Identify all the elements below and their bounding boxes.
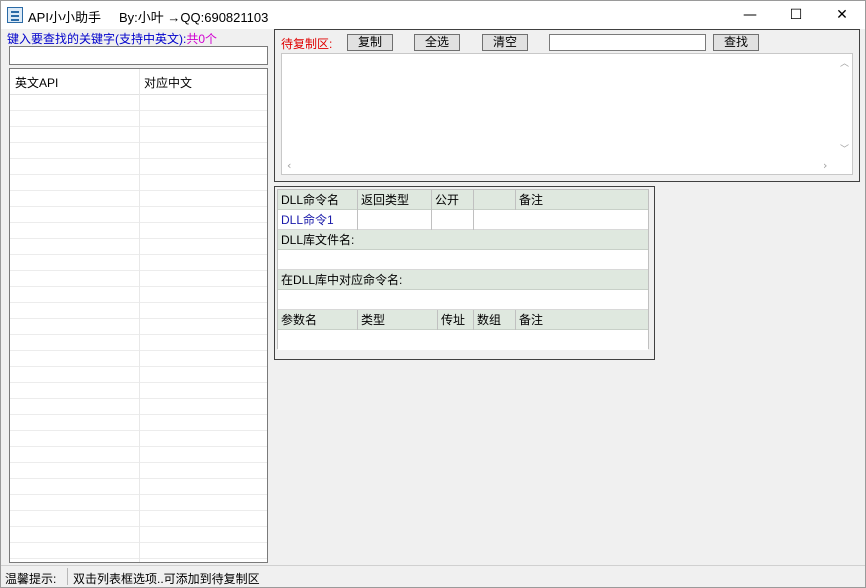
status-bar: 温馨提示: 双击列表框选项..可添加到待复制区 — [1, 565, 865, 587]
copy-button[interactable]: 复制 — [347, 34, 393, 51]
vertical-scrollbar[interactable]: ︿ ﹀ — [837, 54, 852, 157]
copy-text-area[interactable]: ︿ ﹀ ‹ › — [281, 53, 853, 175]
dll-lib-label-row: DLL库文件名: — [278, 230, 648, 250]
param-row[interactable] — [278, 330, 648, 350]
app-icon — [7, 7, 23, 23]
scroll-down-icon[interactable]: ﹀ — [840, 142, 849, 155]
find-button[interactable]: 查找 — [713, 34, 759, 51]
header-blank — [474, 190, 516, 210]
header-param-name: 参数名 — [278, 310, 358, 330]
dll-lib-value-row[interactable] — [278, 250, 648, 270]
horizontal-scrollbar[interactable]: ‹ › — [282, 157, 852, 174]
window-title: API小小助手 By:小叶 →QQ:690821103 — [28, 10, 269, 25]
scroll-right-icon[interactable]: › — [823, 159, 827, 172]
public-cell[interactable] — [432, 210, 474, 230]
dll-command-name-cell[interactable]: DLL命令1 — [278, 210, 358, 230]
app-window: API小小助手 By:小叶 →QQ:690821103 — ☐ ✕ 键入要查找的… — [0, 0, 866, 588]
header-remark: 备注 — [519, 193, 544, 207]
scroll-up-icon[interactable]: ︿ — [840, 56, 849, 69]
header-return-type: 返回类型 — [358, 190, 432, 210]
header-array: 数组 — [474, 310, 516, 330]
status-text: 双击列表框选项..可添加到待复制区 — [73, 572, 260, 586]
column-header-english-api[interactable]: 英文API — [15, 74, 58, 91]
param-header-row: 参数名 类型 传址 数组 备注 — [278, 310, 648, 330]
clear-button[interactable]: 清空 — [482, 34, 528, 51]
api-list[interactable]: 英文API 对应中文 — [9, 68, 268, 563]
keyword-search-input[interactable] — [9, 46, 268, 65]
header-dll-command-name: DLL命令名 — [278, 190, 358, 210]
dll-definition-panel: DLL命令名 返回类型 公开 备注 DLL命令1 DLL库文件名: 在DLL库中… — [274, 186, 655, 360]
column-header-chinese[interactable]: 对应中文 — [144, 74, 192, 91]
column-divider — [139, 69, 140, 562]
search-label: 键入要查找的关键字(支持中英文):共0个 — [7, 30, 217, 47]
remark-cell[interactable] — [474, 210, 648, 230]
minimize-button[interactable]: — — [727, 1, 773, 29]
dll-command-row[interactable]: DLL命令1 — [278, 210, 648, 230]
dll-lib-label: DLL库文件名: — [281, 233, 355, 247]
header-public: 公开 — [432, 190, 474, 210]
header-by-ref: 传址 — [438, 310, 474, 330]
dll-cmd-label: 在DLL库中对应命令名: — [281, 273, 403, 287]
copy-area-label: 待复制区: — [281, 37, 333, 51]
copy-panel: 待复制区: 复制 全选 清空 查找 ︿ ﹀ ‹ › — [274, 29, 860, 182]
maximize-button[interactable]: ☐ — [773, 1, 819, 29]
close-button[interactable]: ✕ — [819, 1, 865, 29]
dll-cmd-label-row: 在DLL库中对应命令名: — [278, 270, 648, 290]
result-count: 共0个 — [186, 32, 218, 46]
search-label-text: 键入要查找的关键字(支持中英文): — [7, 32, 187, 46]
status-label: 温馨提示: — [5, 572, 57, 586]
dll-header-row: DLL命令名 返回类型 公开 备注 — [278, 190, 648, 210]
dll-cmd-value[interactable] — [278, 290, 648, 310]
header-param-type: 类型 — [358, 310, 438, 330]
title-bar[interactable]: API小小助手 By:小叶 →QQ:690821103 — ☐ ✕ — [1, 1, 865, 29]
dll-cmd-value-row[interactable] — [278, 290, 648, 310]
header-param-remark: 备注 — [519, 313, 544, 327]
find-input[interactable] — [549, 34, 706, 51]
return-type-cell[interactable] — [358, 210, 432, 230]
scroll-left-icon[interactable]: ‹ — [287, 159, 291, 172]
dll-table[interactable]: DLL命令名 返回类型 公开 备注 DLL命令1 DLL库文件名: 在DLL库中… — [277, 189, 649, 350]
select-all-button[interactable]: 全选 — [414, 34, 460, 51]
status-divider — [67, 568, 68, 585]
dll-lib-value[interactable] — [278, 250, 648, 270]
